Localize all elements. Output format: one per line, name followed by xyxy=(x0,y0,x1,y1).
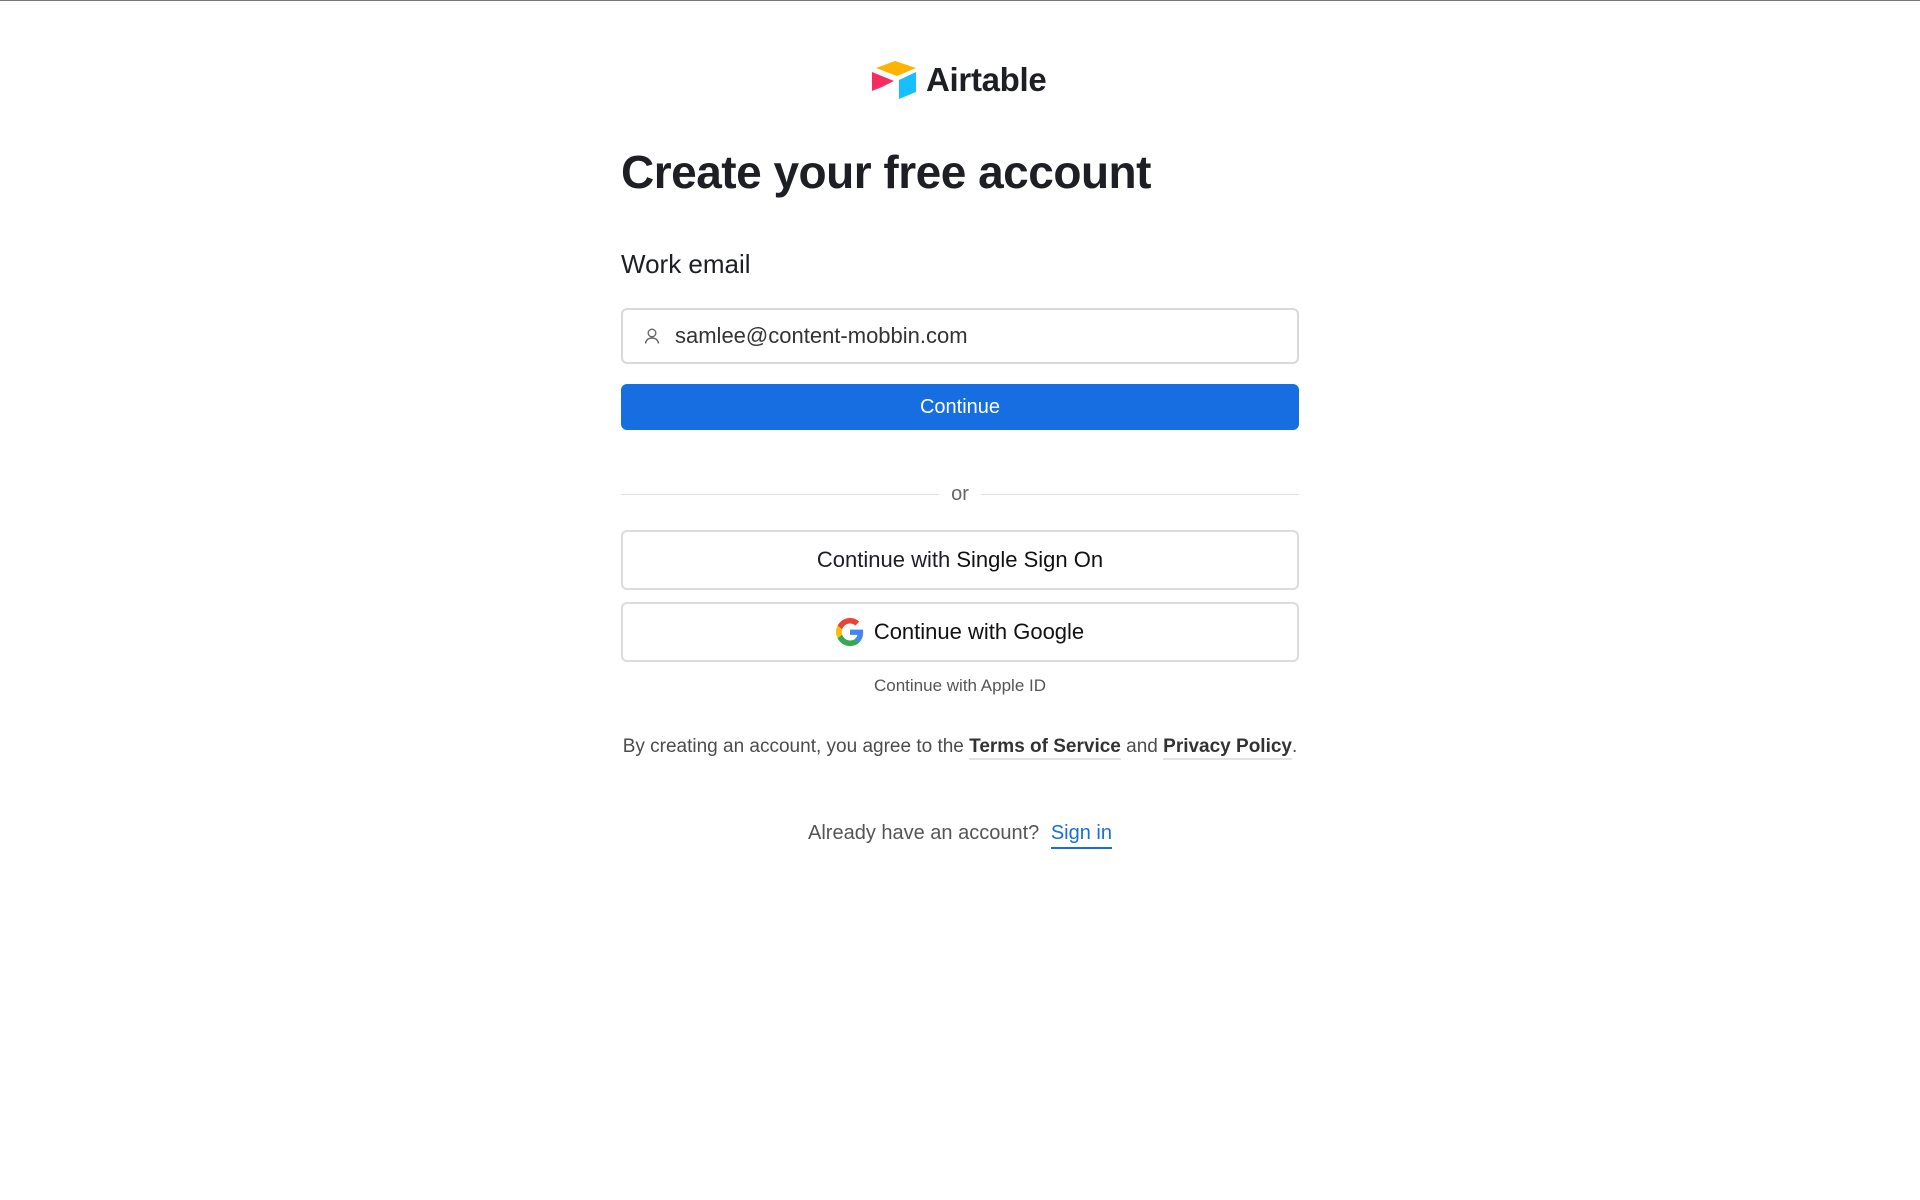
continue-button[interactable]: Continue xyxy=(621,384,1299,430)
airtable-logo-icon xyxy=(872,61,916,99)
google-icon xyxy=(835,618,863,646)
divider-line-right xyxy=(980,493,1300,495)
legal-notice: By creating an account, you agree to the… xyxy=(621,736,1299,760)
legal-prefix: By creating an account, you agree to the xyxy=(622,736,970,757)
email-label: Work email xyxy=(621,249,751,279)
sso-button-prefix: Continue with xyxy=(816,547,957,572)
user-icon xyxy=(644,328,660,344)
airtable-logo[interactable]: Airtable xyxy=(870,58,1047,102)
sign-in-link[interactable]: Sign in xyxy=(1050,822,1112,849)
sso-button[interactable]: Continue with Single Sign On xyxy=(621,530,1299,590)
divider-label: or xyxy=(951,482,969,505)
continue-button-label: Continue xyxy=(919,395,1001,418)
apple-id-link[interactable]: Continue with Apple ID xyxy=(621,676,1299,696)
signin-row: Already have an account? Sign in xyxy=(621,822,1299,849)
brand-name: Airtable xyxy=(926,61,1047,98)
page-title: Create your free account xyxy=(621,146,1151,198)
privacy-policy-link[interactable]: Privacy Policy xyxy=(1163,736,1293,760)
email-input[interactable] xyxy=(675,323,1235,349)
legal-conjunction: and xyxy=(1120,736,1164,757)
window-top-border xyxy=(0,0,1920,1)
google-button[interactable]: Continue with Google xyxy=(621,602,1299,662)
signup-form: Create your free account Work email Cont… xyxy=(621,140,1300,849)
signin-prompt: Already have an account? xyxy=(808,822,1040,844)
google-button-label: Continue with Google xyxy=(873,619,1085,644)
terms-of-service-link[interactable]: Terms of Service xyxy=(969,736,1121,760)
or-divider: or xyxy=(621,480,1300,508)
sso-button-bold: Single Sign On xyxy=(956,547,1104,572)
divider-line-left xyxy=(621,493,940,495)
legal-suffix: . xyxy=(1292,736,1298,757)
email-field[interactable] xyxy=(621,308,1299,364)
